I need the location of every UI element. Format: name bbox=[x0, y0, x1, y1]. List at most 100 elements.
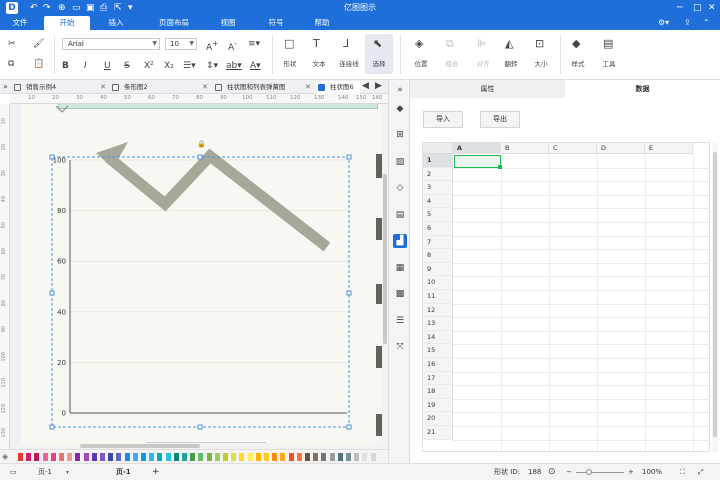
row-header[interactable]: 17 bbox=[423, 371, 453, 386]
fill-bucket-icon[interactable]: ◈ bbox=[2, 452, 8, 461]
italic-icon[interactable]: I bbox=[84, 60, 87, 72]
scroll-thumb[interactable] bbox=[383, 174, 387, 344]
row-header[interactable]: 4 bbox=[423, 194, 453, 209]
tab-bar-chart[interactable]: 条形图2 ✕ bbox=[110, 81, 210, 94]
color-swatch[interactable] bbox=[247, 453, 253, 461]
play-icon[interactable]: ⊙ bbox=[548, 467, 556, 478]
add-page-button[interactable]: + bbox=[152, 467, 160, 478]
fullscreen-icon[interactable]: ⤢ bbox=[698, 467, 704, 478]
zoom-out-icon[interactable]: − bbox=[566, 467, 572, 478]
line-spacing-icon[interactable]: ⇕▾ bbox=[206, 60, 218, 72]
size-icon[interactable]: ⊡ bbox=[535, 38, 544, 50]
zoom-slider-thumb[interactable] bbox=[586, 469, 592, 475]
tab-scroll-left-icon[interactable]: ◀ bbox=[362, 80, 369, 92]
collapse-panel-icon[interactable]: » bbox=[393, 83, 407, 97]
subscript-icon[interactable]: X₂ bbox=[164, 60, 174, 72]
row-header[interactable]: 12 bbox=[423, 303, 453, 318]
cut-icon[interactable]: ✂ bbox=[8, 38, 16, 50]
lock-icon[interactable]: 🔒 bbox=[197, 140, 206, 148]
tab-column-chart-active[interactable]: 柱状图6 bbox=[316, 81, 360, 94]
resize-handle[interactable] bbox=[197, 154, 203, 160]
zoom-slider[interactable] bbox=[576, 472, 624, 473]
color-swatch[interactable] bbox=[75, 453, 81, 461]
color-swatch[interactable] bbox=[141, 453, 146, 461]
position-label[interactable]: 位置 bbox=[409, 58, 433, 68]
tools-label[interactable]: 工具 bbox=[597, 58, 621, 68]
active-page-tab[interactable]: 页-1 bbox=[116, 467, 131, 478]
menu-insert[interactable]: 插入 bbox=[96, 16, 136, 30]
color-swatch[interactable] bbox=[116, 453, 122, 461]
minimize-icon[interactable]: ─ bbox=[677, 1, 682, 15]
color-swatch[interactable] bbox=[321, 453, 327, 461]
tab-data[interactable]: 数据 bbox=[565, 80, 720, 98]
flip-label[interactable]: 翻转 bbox=[499, 58, 523, 68]
font-color-icon[interactable]: A▾ bbox=[250, 60, 261, 72]
strikethrough-icon[interactable]: S bbox=[124, 60, 130, 72]
row-header[interactable]: 6 bbox=[423, 222, 453, 236]
close-tab-icon[interactable]: ✕ bbox=[100, 81, 106, 94]
color-swatch[interactable] bbox=[26, 453, 32, 461]
font-family-select[interactable]: Arial ▼ bbox=[62, 38, 160, 50]
color-swatch[interactable] bbox=[354, 453, 360, 461]
color-swatch[interactable] bbox=[50, 453, 56, 461]
font-size-select[interactable]: 10 ▼ bbox=[165, 38, 197, 50]
color-swatch[interactable] bbox=[34, 453, 40, 461]
color-swatch[interactable] bbox=[296, 453, 302, 461]
row-header[interactable]: 14 bbox=[423, 330, 453, 345]
resize-handle[interactable] bbox=[346, 424, 352, 430]
align-label[interactable]: 对齐 bbox=[471, 58, 495, 68]
trend-arrow[interactable] bbox=[104, 148, 331, 252]
connect-icon[interactable]: ⤧ bbox=[393, 340, 407, 354]
group-icon[interactable]: ⧉ bbox=[446, 38, 454, 50]
highlight-icon[interactable]: ab▾ bbox=[226, 60, 242, 72]
color-swatch[interactable] bbox=[108, 453, 114, 461]
color-swatch[interactable] bbox=[157, 453, 163, 461]
color-swatch[interactable] bbox=[370, 453, 376, 461]
color-swatch[interactable] bbox=[182, 453, 187, 461]
color-swatch[interactable] bbox=[18, 453, 23, 461]
fill-handle[interactable] bbox=[498, 165, 502, 169]
column-header-d[interactable]: D bbox=[597, 143, 645, 154]
color-swatch[interactable] bbox=[214, 453, 220, 461]
shape-label[interactable]: 形状 bbox=[278, 58, 302, 68]
color-swatch[interactable] bbox=[124, 453, 130, 461]
color-swatch[interactable] bbox=[83, 453, 89, 461]
tab-column-list-chart[interactable]: 柱状图和列表弹簧图 ✕ bbox=[213, 81, 313, 94]
grid-corner[interactable] bbox=[423, 143, 453, 154]
color-swatch[interactable] bbox=[288, 453, 294, 461]
color-swatch[interactable] bbox=[337, 453, 343, 461]
row-header[interactable]: 3 bbox=[423, 181, 453, 195]
format-icon[interactable]: ☰ bbox=[393, 314, 407, 328]
color-swatch[interactable] bbox=[91, 453, 97, 461]
close-tab-icon[interactable]: ✕ bbox=[305, 81, 311, 94]
color-swatch[interactable] bbox=[59, 453, 64, 461]
document-icon[interactable]: ▤ bbox=[393, 208, 407, 222]
resize-handle[interactable] bbox=[346, 154, 352, 160]
color-swatch[interactable] bbox=[67, 453, 73, 461]
increase-font-icon[interactable]: A+ bbox=[206, 38, 218, 54]
format-painter-icon[interactable]: 🖌 bbox=[33, 38, 44, 50]
resize-handle[interactable] bbox=[197, 424, 203, 430]
decrease-font-icon[interactable]: A- bbox=[228, 38, 237, 54]
text-tool-icon[interactable]: T bbox=[313, 38, 320, 50]
close-icon[interactable]: ✕ bbox=[708, 1, 716, 15]
paste-icon[interactable]: 📋 bbox=[33, 58, 44, 70]
chart-svg[interactable]: 100 80 60 40 20 0 🔒 bbox=[0, 104, 382, 449]
column-header-a[interactable]: A bbox=[453, 143, 501, 154]
color-swatch[interactable] bbox=[42, 453, 48, 461]
connector-icon[interactable]: ⅃ bbox=[343, 38, 349, 50]
tab-scroll-right-icon[interactable]: ▶ bbox=[375, 80, 382, 92]
style-icon[interactable]: ◆ bbox=[572, 38, 580, 50]
style-label[interactable]: 样式 bbox=[566, 58, 590, 68]
row-header[interactable]: 16 bbox=[423, 358, 453, 372]
tools-icon[interactable]: ▤ bbox=[603, 38, 613, 50]
color-swatch[interactable] bbox=[165, 453, 171, 461]
zoom-level[interactable]: 100% bbox=[642, 467, 662, 478]
color-swatch[interactable] bbox=[264, 453, 269, 461]
text-label[interactable]: 文本 bbox=[308, 58, 330, 68]
page-selector[interactable]: 页-1 bbox=[38, 467, 52, 478]
text-align-icon[interactable]: ≡▾ bbox=[248, 38, 260, 50]
grid-view-icon[interactable]: ⊞ bbox=[393, 128, 407, 142]
resize-handle[interactable] bbox=[49, 290, 55, 296]
color-swatch[interactable] bbox=[239, 453, 245, 461]
